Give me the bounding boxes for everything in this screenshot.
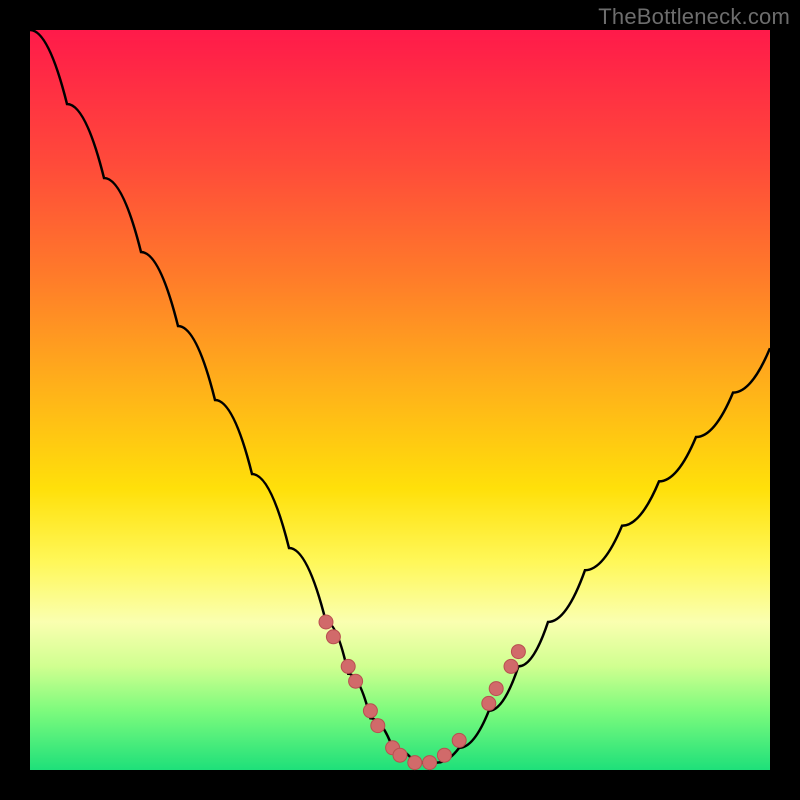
chart-frame: TheBottleneck.com bbox=[0, 0, 800, 800]
valley-dot bbox=[423, 756, 437, 770]
valley-dot bbox=[482, 696, 496, 710]
watermark-text: TheBottleneck.com bbox=[598, 4, 790, 30]
valley-dot bbox=[319, 615, 333, 629]
valley-dot bbox=[511, 645, 525, 659]
valley-dot bbox=[504, 659, 518, 673]
valley-dot bbox=[371, 719, 385, 733]
valley-dot bbox=[393, 748, 407, 762]
valley-dot bbox=[408, 756, 422, 770]
valley-dot bbox=[452, 733, 466, 747]
chart-svg bbox=[30, 30, 770, 770]
valley-dot bbox=[341, 659, 355, 673]
valley-dots-group bbox=[319, 615, 525, 770]
plot-area bbox=[30, 30, 770, 770]
valley-dot bbox=[437, 748, 451, 762]
valley-dot bbox=[363, 704, 377, 718]
bottleneck-curve-path bbox=[30, 30, 770, 763]
valley-dot bbox=[489, 682, 503, 696]
valley-dot bbox=[326, 630, 340, 644]
valley-dot bbox=[349, 674, 363, 688]
